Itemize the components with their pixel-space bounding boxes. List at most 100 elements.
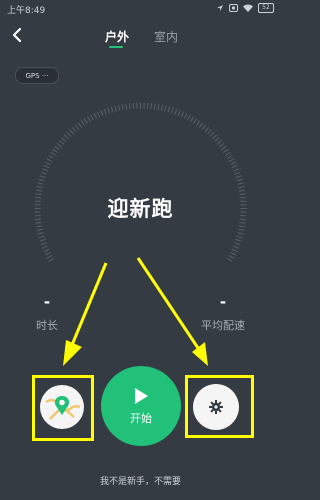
dial-tick [207,129,212,135]
dial-tick [209,131,215,137]
dial-tick [234,171,241,175]
pace-stat: - 平均配速 [194,293,252,333]
dial-tick [63,134,69,140]
dial-tick [121,104,124,111]
dial-tick [39,238,46,242]
dial-tick [45,161,51,166]
dial-tick [231,164,238,169]
dial-tick [128,103,131,110]
pace-label: 平均配速 [201,319,245,332]
dial-tick [61,137,67,142]
dial-tick [43,248,50,253]
dial-tick [233,168,239,172]
gps-signal-badge: GPS ··· [15,67,59,84]
dial-tick [125,103,128,110]
location-icon [217,5,223,11]
dial-tick [48,155,55,159]
dial-tick [237,182,244,185]
dial-tick [66,131,72,137]
dial-tick [153,103,156,110]
alarm-icon [229,4,238,12]
mode-tabs: 户外 室内 [0,26,281,50]
dial-tick [236,178,243,182]
dial-tick [46,158,53,162]
dial-tick [36,225,43,228]
dial-tick [38,235,45,239]
start-button[interactable]: 开始 [101,366,181,446]
map-pin-icon [45,396,81,420]
tab-indoor[interactable]: 室内 [154,28,178,45]
skip-beginner-link[interactable]: 我不是新手，不需要 [0,474,281,487]
dial-tick [74,124,80,131]
dial-tick [170,107,174,114]
dial-tick [183,113,188,119]
map-button[interactable] [40,385,84,429]
status-bar: 上午8:49 52 [0,0,281,18]
dial-tick [174,108,178,115]
dial-tick [42,245,48,249]
dial-tick [90,114,94,121]
dial-tick [56,142,63,148]
dial-tick [114,105,117,112]
dial-tick [160,104,164,111]
dial-tick [225,151,231,156]
dial-tick [69,129,74,135]
dial-tick [80,120,85,126]
dial-tick [233,245,239,249]
gear-icon [209,400,223,414]
dial-tick [198,122,204,128]
duration-label: 时长 [36,319,58,332]
duration-value: - [43,293,51,311]
dial-tick [228,255,235,259]
settings-button[interactable] [193,384,239,430]
dial-tick [87,116,91,123]
dial-tick [150,103,153,110]
dial-tick [180,111,185,118]
dial-tick [83,118,88,124]
dial-tick [204,126,210,133]
dial-tick [39,175,46,179]
pace-value: - [219,293,227,311]
dial-tick [221,145,227,151]
play-icon [135,387,148,404]
dial-tick [164,105,167,112]
gps-badge-label: GPS ··· [25,71,49,80]
dial-tick [96,111,101,118]
dial-tick [52,148,58,153]
dial-tick [226,155,233,159]
status-time: 上午8:49 [7,6,46,16]
status-icons: 52 [216,3,274,13]
dial-tick [187,114,191,121]
dial-tick [234,242,241,246]
dial-tick [48,258,55,262]
dial-tick [37,182,44,185]
dial-tick [238,189,245,192]
dial-tick [236,235,243,239]
dial-tick [218,142,225,148]
tab-outdoor[interactable]: 户外 [105,28,129,45]
dial-tick [238,228,245,232]
dial-tick [167,106,171,113]
dial-tick [71,126,77,133]
run-title: 迎新跑 [107,197,174,221]
dial-tick [93,113,98,119]
dial-tick [228,158,235,162]
dial-tick [238,185,245,189]
battery-icon: 52 [258,3,274,13]
dial-tick [37,232,44,235]
dial-tick [235,238,242,242]
dial-tick [103,108,107,115]
dial-tick [201,124,207,131]
dial-tick [230,251,236,256]
dial-tick [43,164,50,169]
dial-tick [226,258,233,262]
dial-tick [38,178,45,182]
dial-tick [212,134,218,140]
dial-tick [58,139,65,145]
dial-tick [36,189,43,192]
dial-tick [238,225,245,228]
dial-tick [177,110,181,116]
dial-tick [54,145,60,151]
dial-tick [216,139,223,145]
dial-tick [40,242,47,246]
